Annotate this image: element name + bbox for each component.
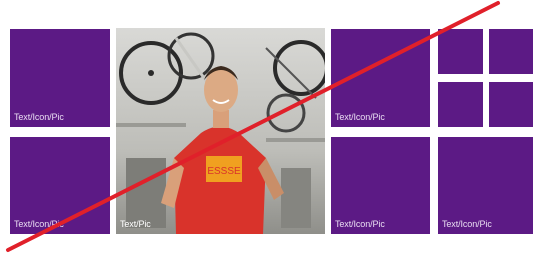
tile-label: Text/Pic [120,219,151,229]
tile-top-left[interactable]: Text/Icon/Pic [10,29,110,127]
small-tile-2[interactable] [489,29,533,74]
photo-tile[interactable]: ESSSE Text/Pic [116,28,325,234]
small-tile-1[interactable] [438,29,483,74]
tile-label: Text/Icon/Pic [335,219,385,229]
small-tile-4[interactable] [489,82,533,127]
shirt-print: ESSSE [207,166,241,177]
tile-bottom-left[interactable]: Text/Icon/Pic [10,137,110,234]
tile-bottom-middle-right[interactable]: Text/Icon/Pic [331,137,430,234]
tile-label: Text/Icon/Pic [335,112,385,122]
photo-image: ESSSE [116,28,325,234]
tile-label: Text/Icon/Pic [14,112,64,122]
tile-label: Text/Icon/Pic [442,219,492,229]
tile-label: Text/Icon/Pic [14,219,64,229]
tile-top-middle-right[interactable]: Text/Icon/Pic [331,29,430,127]
small-tile-3[interactable] [438,82,483,127]
tile-bottom-right[interactable]: Text/Icon/Pic [438,137,533,234]
